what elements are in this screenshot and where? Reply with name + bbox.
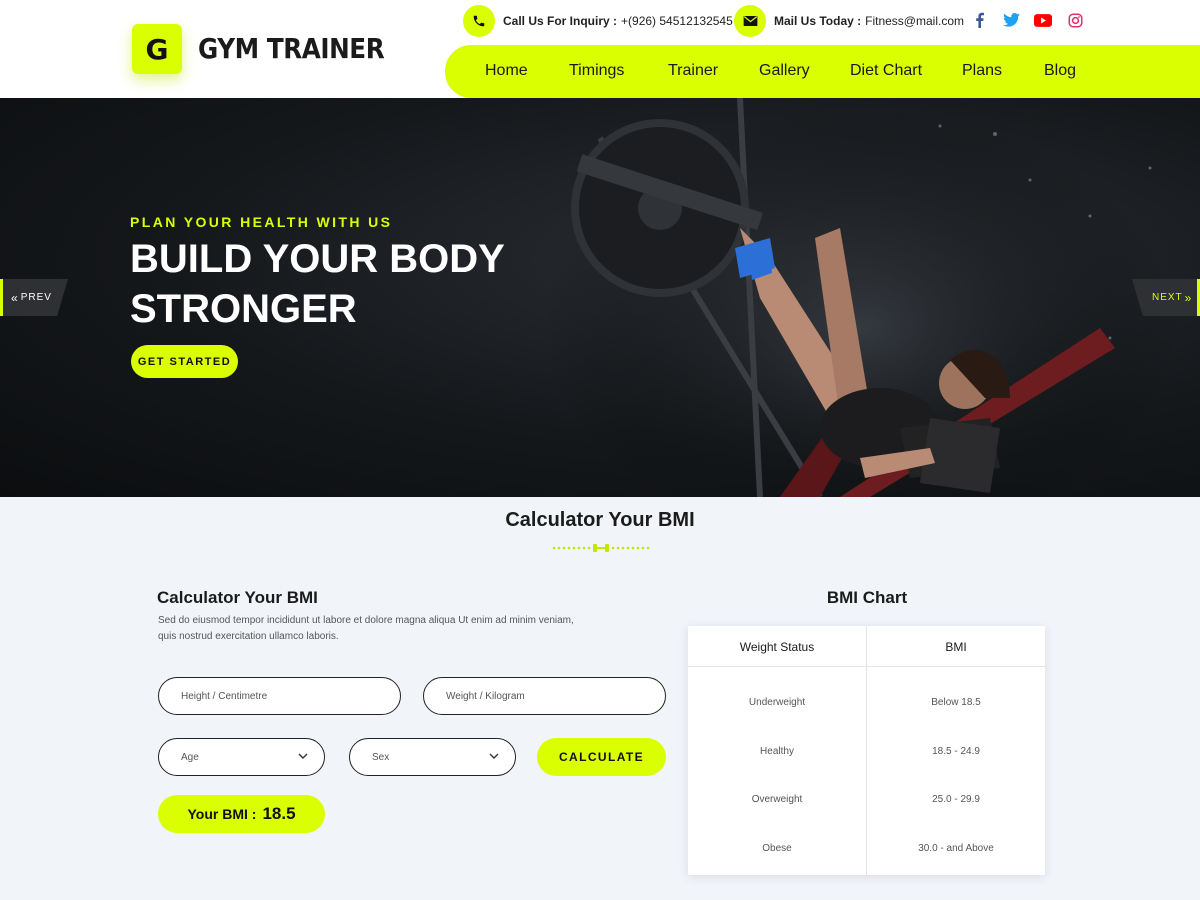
nav-gallery[interactable]: Gallery (759, 62, 810, 80)
height-placeholder: Height / Centimetre (181, 690, 268, 702)
nav-plans[interactable]: Plans (962, 62, 1002, 80)
table-cell-bmi: 30.0 - and Above (918, 843, 994, 854)
table-cell-status: Underweight (748, 697, 806, 708)
next-slide-button[interactable]: NEXT » (1132, 279, 1200, 316)
mail-contact: Mail Us Today : Fitness@mail.com (734, 5, 964, 37)
facebook-icon[interactable] (970, 12, 988, 28)
table-cell-status: Overweight (751, 794, 803, 805)
site-header: G GYM TRAINER Call Us For Inquiry : +(92… (0, 0, 1200, 98)
instagram-icon[interactable] (1066, 12, 1084, 28)
next-label: NEXT (1152, 292, 1183, 303)
section-title: Calculator Your BMI (505, 509, 695, 531)
mail-icon (734, 5, 766, 37)
table-header-bmi: BMI (945, 640, 967, 654)
calculate-button[interactable]: CALCULATE (537, 738, 666, 776)
table-header-status: Weight Status (739, 640, 815, 654)
hero-headline: BUILD YOUR BODY STRONGER (130, 237, 505, 331)
double-chevron-right-icon: » (1184, 290, 1193, 305)
chevron-down-icon (298, 753, 308, 759)
weight-placeholder: Weight / Kilogram (446, 690, 525, 702)
hero-slider: PLAN YOUR HEALTH WITH US BUILD YOUR BODY… (0, 98, 1200, 497)
nav-blog[interactable]: Blog (1044, 62, 1076, 80)
age-select-value: Age (181, 751, 199, 763)
phone-label: Call Us For Inquiry : (503, 14, 618, 28)
chevron-down-icon (489, 753, 499, 759)
height-input[interactable]: Height / Centimetre (158, 677, 401, 715)
bmi-form-description: Sed do eiusmod tempor incididunt ut labo… (158, 615, 574, 642)
mail-label: Mail Us Today : (774, 14, 862, 28)
bmi-chart-title: BMI Chart (826, 588, 908, 607)
bmi-chart-table: Weight Status BMI Underweight Below 18.5… (688, 626, 1045, 875)
table-cell-bmi: Below 18.5 (931, 697, 981, 708)
bmi-result-label: Your BMI : (187, 806, 257, 822)
prev-slide-button[interactable]: « PREV (0, 279, 68, 316)
bmi-result-badge: Your BMI : 18.5 (158, 795, 325, 833)
age-select[interactable]: Age (158, 738, 325, 776)
bmi-result-value: 18.5 (262, 804, 296, 823)
table-cell-status: Obese (762, 843, 792, 854)
nav-home[interactable]: Home (485, 62, 528, 80)
prev-label: PREV (20, 292, 52, 303)
table-header-divider (688, 666, 1045, 667)
youtube-icon[interactable] (1034, 12, 1052, 28)
sex-select[interactable]: Sex (349, 738, 516, 776)
sex-select-value: Sex (372, 751, 390, 763)
nav-trainer[interactable]: Trainer (668, 62, 718, 80)
double-chevron-left-icon: « (11, 290, 19, 305)
mail-address[interactable]: Fitness@mail.com (865, 14, 964, 28)
nav-timings[interactable]: Timings (569, 62, 624, 80)
phone-contact: Call Us For Inquiry : +(926) 54512132545 (463, 5, 733, 37)
site-title[interactable]: GYM TRAINER (198, 32, 385, 65)
phone-icon (463, 5, 495, 37)
table-cell-bmi: 18.5 - 24.9 (932, 746, 980, 757)
weight-input[interactable]: Weight / Kilogram (423, 677, 666, 715)
main-nav: Home Timings Trainer Gallery Diet Chart … (445, 45, 1200, 98)
table-cell-status: Healthy (760, 746, 794, 757)
hero-eyebrow: PLAN YOUR HEALTH WITH US (130, 214, 393, 230)
table-cell-bmi: 25.0 - 29.9 (932, 794, 980, 805)
bmi-form-title: Calculator Your BMI (157, 588, 318, 607)
twitter-icon[interactable] (1002, 12, 1020, 28)
nav-diet-chart[interactable]: Diet Chart (850, 62, 922, 80)
dumbbell-divider-icon (552, 544, 650, 552)
phone-number[interactable]: +(926) 54512132545 (621, 14, 733, 28)
logo-badge[interactable]: G (132, 24, 182, 74)
social-links (970, 12, 1084, 28)
get-started-button[interactable]: GET STARTED (131, 345, 238, 378)
